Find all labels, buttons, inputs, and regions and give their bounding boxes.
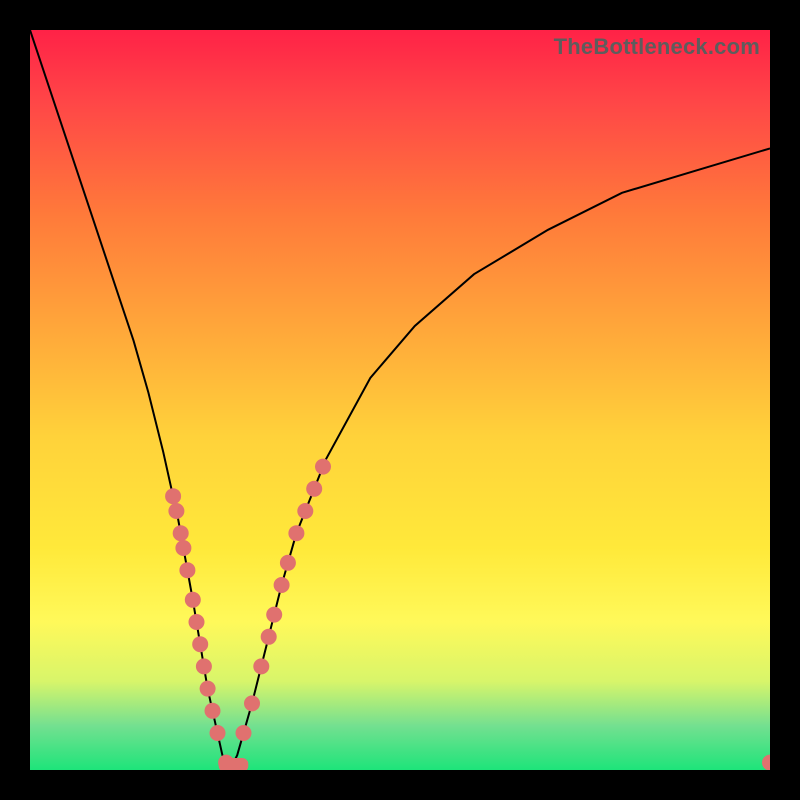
data-marker xyxy=(200,681,216,697)
chart-overlay xyxy=(30,30,770,770)
data-marker xyxy=(196,658,212,674)
data-marker xyxy=(288,525,304,541)
data-markers xyxy=(165,459,770,770)
data-marker xyxy=(165,488,181,504)
data-marker xyxy=(205,703,221,719)
data-marker xyxy=(261,629,277,645)
data-marker xyxy=(192,636,208,652)
data-marker xyxy=(168,503,184,519)
data-marker xyxy=(306,481,322,497)
data-marker xyxy=(210,725,226,741)
data-marker xyxy=(179,562,195,578)
data-marker xyxy=(173,525,189,541)
valley-bar xyxy=(219,758,249,770)
data-marker xyxy=(244,695,260,711)
data-marker xyxy=(297,503,313,519)
data-marker xyxy=(189,614,205,630)
data-marker xyxy=(236,725,252,741)
chart-frame: TheBottleneck.com xyxy=(0,0,800,800)
data-marker xyxy=(185,592,201,608)
data-marker xyxy=(175,540,191,556)
data-marker xyxy=(315,459,331,475)
data-marker xyxy=(253,658,269,674)
data-marker xyxy=(762,755,770,770)
plot-area: TheBottleneck.com xyxy=(30,30,770,770)
data-marker xyxy=(266,607,282,623)
data-marker xyxy=(274,577,290,593)
bottleneck-curve xyxy=(30,30,770,770)
data-marker xyxy=(280,555,296,571)
